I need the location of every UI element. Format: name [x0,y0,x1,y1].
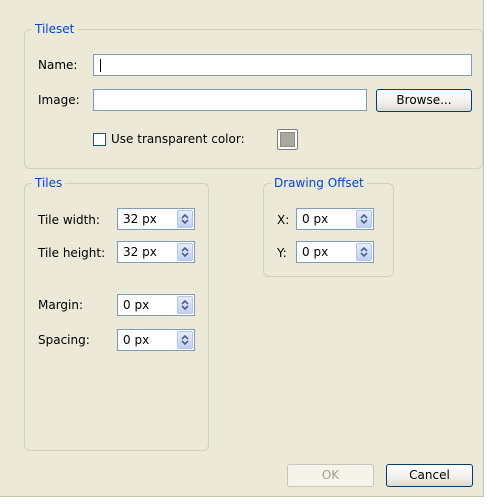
transparent-color-swatch [280,132,295,147]
margin-spinbox[interactable]: 0 px [117,294,195,316]
tiles-group-title: Tiles [32,176,66,190]
margin-label: Margin: [38,298,84,312]
spacing-label: Spacing: [38,333,90,347]
offset-x-value: 0 px [302,212,329,226]
tile-height-spinbox[interactable]: 32 px [117,241,195,263]
tile-width-label: Tile width: [38,213,100,227]
ok-button[interactable]: OK [287,464,374,487]
offset-x-label: X: [277,213,290,227]
margin-value: 0 px [123,298,150,312]
tile-height-label: Tile height: [38,246,106,260]
spin-arrows-icon[interactable] [356,243,372,261]
offset-y-value: 0 px [302,245,329,259]
spacing-value: 0 px [123,333,150,347]
transparent-color-button[interactable] [277,129,298,150]
tileset-group-title: Tileset [32,22,78,36]
use-transparent-color-checkbox[interactable] [93,133,106,146]
spin-arrows-icon[interactable] [177,243,193,261]
spin-arrows-icon[interactable] [177,331,193,349]
name-input[interactable] [93,54,472,76]
image-label: Image: [38,93,80,107]
offset-y-label: Y: [277,246,287,260]
spacing-spinbox[interactable]: 0 px [117,329,195,351]
spin-arrows-icon[interactable] [356,210,372,228]
tile-width-value: 32 px [123,212,157,226]
new-tileset-dialog: Tileset Name: Image: Browse... Use trans… [0,0,484,497]
text-caret [100,59,101,72]
image-path-input[interactable] [93,89,367,111]
offset-x-spinbox[interactable]: 0 px [296,208,374,230]
name-label: Name: [38,58,78,72]
spin-arrows-icon[interactable] [177,210,193,228]
drawing-offset-group-title: Drawing Offset [271,176,367,190]
tile-width-spinbox[interactable]: 32 px [117,208,195,230]
tile-height-value: 32 px [123,245,157,259]
use-transparent-color-label[interactable]: Use transparent color: [111,132,245,146]
spin-arrows-icon[interactable] [177,296,193,314]
browse-button[interactable]: Browse... [376,89,472,112]
cancel-button[interactable]: Cancel [386,464,473,487]
offset-y-spinbox[interactable]: 0 px [296,241,374,263]
